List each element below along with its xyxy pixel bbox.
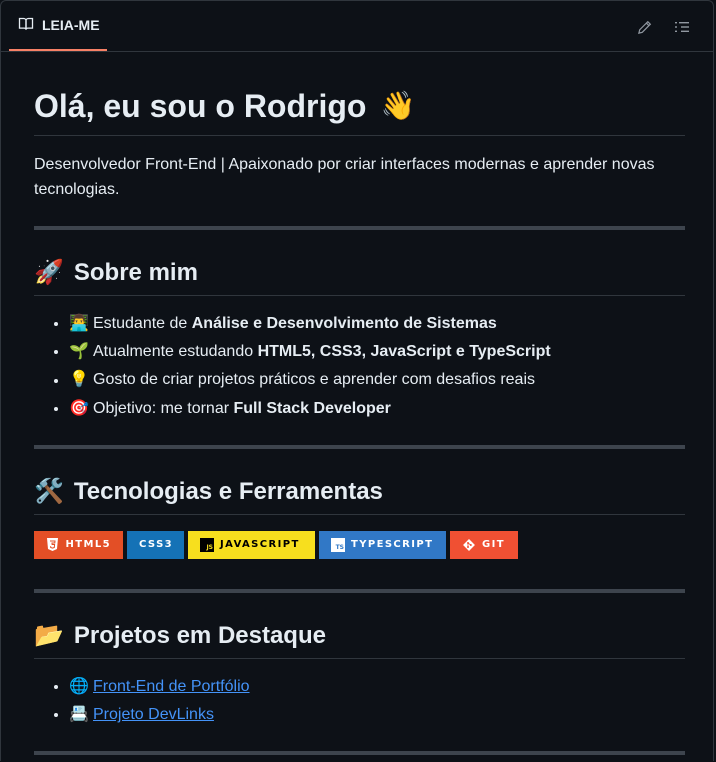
javascript-icon: JS [200,537,214,552]
badge-css3: CSS3 [127,530,184,559]
badge-label: JAVASCRIPT [220,539,300,551]
globe-icon: 🌐 [69,677,89,695]
list-item: 👨‍💻Estudante de Análise e Desenvolviment… [69,310,685,338]
readme-content: Olá, eu sou o Rodrigo 👋 Desenvolvedor Fr… [34,51,685,756]
target-icon: 🎯 [69,399,89,417]
lightbulb-icon: 💡 [69,371,89,389]
about-list: 👨‍💻Estudante de Análise e Desenvolviment… [34,310,685,423]
readme-panel: LEIA-ME Olá, eu sou o Rodrigo 👋 Desenvol… [0,0,714,761]
project-link-devlinks[interactable]: 📇 Projeto DevLinks [69,706,214,723]
badge-html5: HTML5 [34,530,123,559]
divider [34,444,685,449]
technologist-icon: 👨‍💻 [69,315,89,332]
section-projects-title-text: Projetos em Destaque [73,621,326,649]
divider [34,751,685,756]
card-index-icon: 📇 [69,706,89,724]
list-item-text: Objetivo: me tornar [93,399,234,417]
project-link-label: Front-End de Portfólio [93,678,250,696]
badge-label: CSS3 [139,539,174,551]
project-link-portfolio[interactable]: 🌐 Front-End de Portfólio [69,678,250,695]
tab-label: LEIA-ME [42,17,100,33]
book-icon [18,16,34,35]
project-link-label: Projeto DevLinks [93,706,214,724]
list-item-text: Estudante de [93,315,192,333]
section-tech-title-text: Tecnologias e Ferramentas [73,477,383,505]
list-item-bold: HTML5, CSS3, JavaScript e TypeScript [257,343,551,361]
outline-list-icon[interactable] [673,18,691,36]
projects-list: 🌐Front-End de Portfólio 📇Projeto DevLink… [34,673,685,729]
list-item-text: Gosto de criar projetos práticos e apren… [93,371,535,389]
list-item: 💡Gosto de criar projetos práticos e apre… [69,366,685,394]
list-item: 📇Projeto DevLinks [69,701,685,729]
list-item: 🌱Atualmente estudando HTML5, CSS3, JavaS… [69,338,685,366]
git-icon [462,538,476,552]
badge-javascript: JS JAVASCRIPT [188,530,315,559]
list-item: 🌐Front-End de Portfólio [69,673,685,701]
tab-bar: LEIA-ME [1,1,713,52]
badge-label: GIT [482,539,505,551]
badge-label: HTML5 [65,539,111,551]
rocket-icon: 🚀 [34,259,64,286]
badge-typescript: TS TYPESCRIPT [319,530,446,559]
section-projects-title: 📂 Projetos em Destaque [34,621,685,659]
tech-badges: HTML5 CSS3 JS JAVASCRIPT TS TYPESCRIPT G… [34,530,685,559]
typescript-icon: TS [331,537,345,552]
divider [34,226,685,230]
html5-icon [46,538,60,552]
section-about-title-text: Sobre mim [73,259,198,286]
badge-label: TYPESCRIPT [351,539,434,551]
page-title: Olá, eu sou o Rodrigo 👋 [34,51,685,136]
list-item-text: Atualmente estudando [93,343,258,361]
tools-icon: 🛠️ [34,477,64,505]
page-title-text: Olá, eu sou o Rodrigo [34,88,367,124]
folder-icon: 📂 [34,621,64,649]
list-item-bold: Full Stack Developer [233,399,391,417]
section-about-title: 🚀 Sobre mim [34,258,685,296]
list-item: 🎯Objetivo: me tornar Full Stack Develope… [69,395,685,423]
tab-readme[interactable]: LEIA-ME [9,1,107,51]
edit-pencil-icon[interactable] [635,18,653,36]
intro-text: Desenvolvedor Front-End | Apaixonado por… [34,156,655,198]
waving-hand-icon: 👋 [380,90,416,121]
seedling-icon: 🌱 [69,343,89,361]
list-item-bold: Análise e Desenvolvimento de Sistemas [191,315,497,333]
divider [34,588,685,593]
section-tech-title: 🛠️ Tecnologias e Ferramentas [34,477,685,515]
badge-git: GIT [450,530,518,559]
